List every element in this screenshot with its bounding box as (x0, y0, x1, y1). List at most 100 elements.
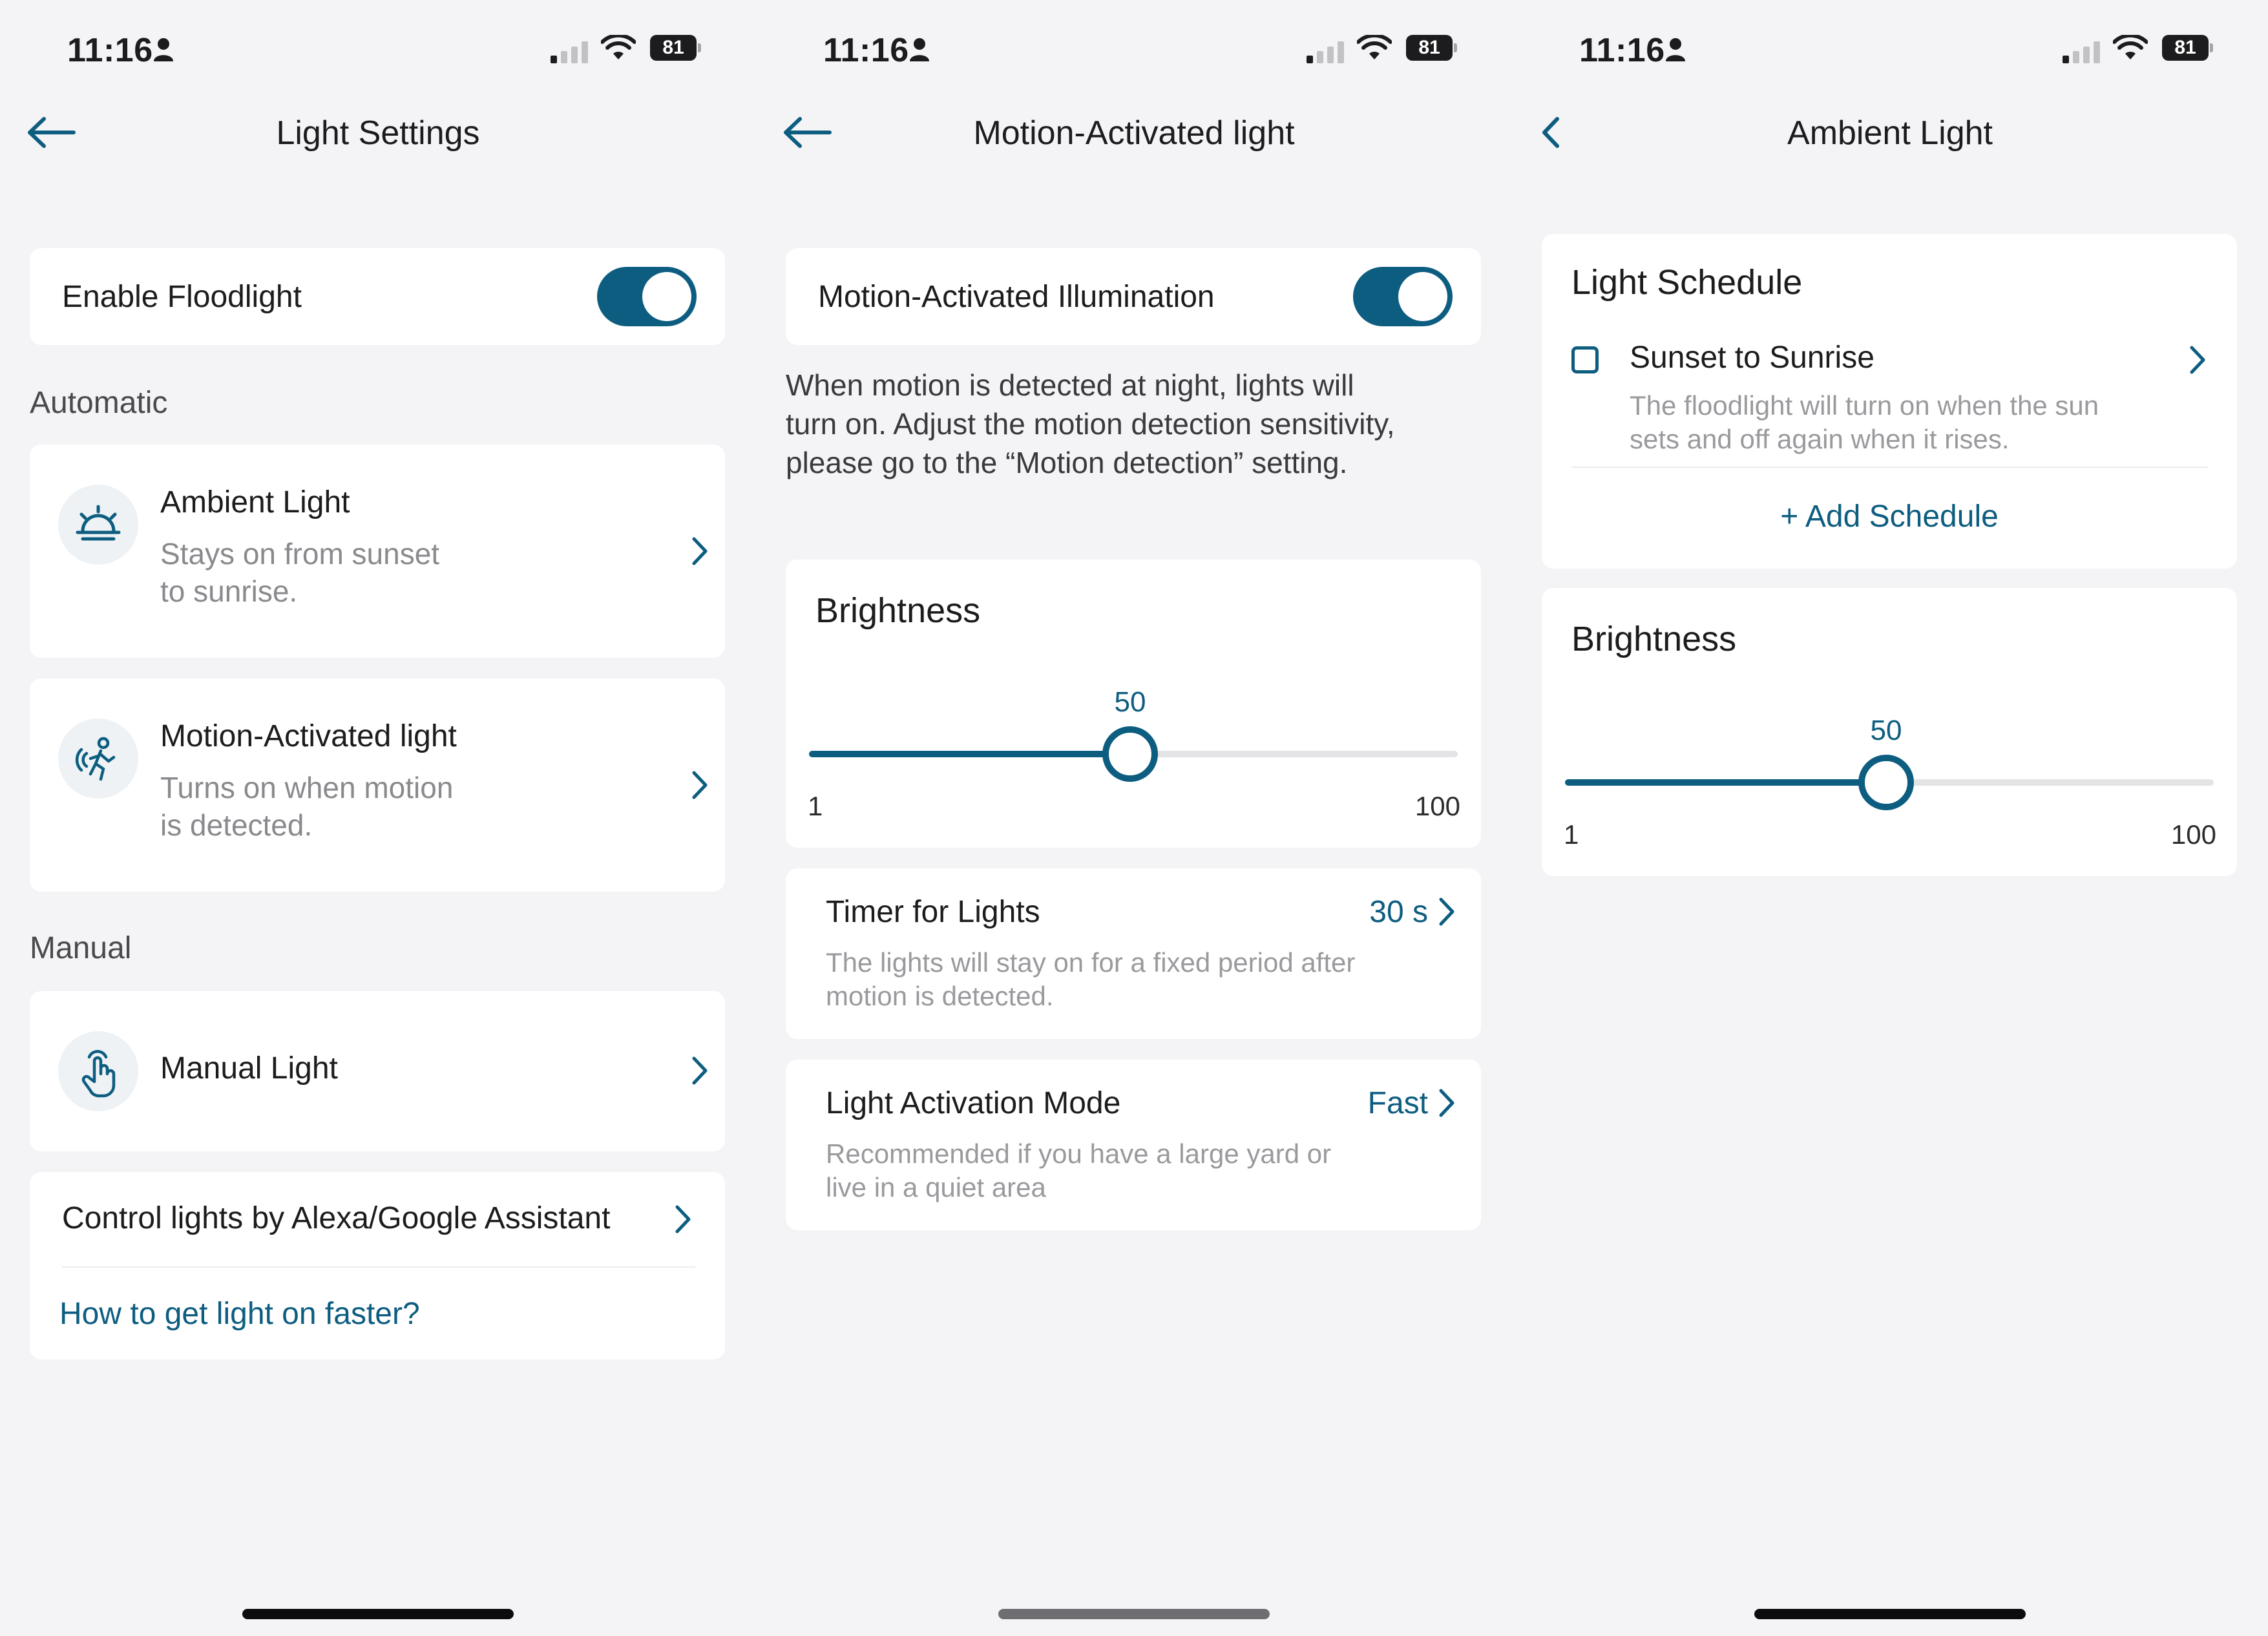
wifi-icon (2113, 35, 2148, 59)
motion-circle (58, 718, 138, 799)
add-schedule-button[interactable]: + Add Schedule (1542, 499, 2237, 534)
manual-light-row[interactable]: Manual Light (30, 991, 725, 1151)
ambient-light-sub1: Stays on from sunset (160, 537, 440, 571)
automatic-section-label: Automatic (30, 386, 168, 420)
brightness-fill (809, 751, 1130, 757)
status-bar: 11:16 81 (1512, 28, 2268, 74)
nav-header: Ambient Light (1512, 103, 2268, 162)
battery-icon: 81 (1406, 35, 1457, 61)
motion-activated-screen: 11:16 81 Motion-Activated light Motion-A… (756, 0, 1512, 1636)
alexa-google-row[interactable]: Control lights by Alexa/Google Assistant (62, 1201, 610, 1236)
brightness-label: Brightness (1571, 620, 1737, 658)
motion-illumination-toggle[interactable] (1353, 267, 1453, 326)
motion-light-sub2: is detected. (160, 808, 313, 842)
motion-light-title: Motion-Activated light (160, 719, 457, 753)
motion-person-icon (75, 737, 116, 781)
home-indicator (242, 1609, 514, 1619)
light-schedule-label: Light Schedule (1571, 263, 1803, 302)
person-icon (1666, 38, 1685, 61)
brightness-thumb[interactable] (1102, 726, 1158, 782)
status-bar: 11:16 81 (0, 28, 756, 74)
enable-floodlight-label: Enable Floodlight (62, 280, 302, 314)
description-line: please go to the “Motion detection” sett… (786, 446, 1348, 479)
timer-sub1: The lights will stay on for a fixed peri… (826, 947, 1356, 978)
chevron-right-icon[interactable] (1437, 897, 1456, 927)
ambient-light-screen: 11:16 81 Ambient Light Light Schedule Su… (1512, 0, 2268, 1636)
ambient-light-sub2: to sunrise. (160, 574, 298, 608)
brightness-value: 50 (1114, 686, 1146, 718)
page-title: Light Settings (276, 114, 480, 152)
brightness-max: 100 (2170, 819, 2216, 850)
sunset-checkbox[interactable] (1571, 346, 1599, 373)
ambient-circle (58, 485, 138, 565)
status-bar: 11:16 81 (756, 28, 1512, 74)
brightness-fill (1565, 779, 1886, 786)
battery-icon: 81 (650, 35, 701, 61)
motion-description: When motion is detected at night, lights… (786, 366, 1395, 482)
motion-light-sub1: Turns on when motion (160, 771, 454, 804)
activation-mode-title: Light Activation Mode (826, 1086, 1121, 1120)
divider (62, 1266, 695, 1268)
chevron-right-icon[interactable] (690, 770, 709, 800)
nav-header: Light Settings (0, 103, 756, 162)
wifi-icon (601, 35, 636, 59)
ambient-light-row[interactable]: Ambient Light Stays on from sunset to su… (30, 445, 725, 658)
home-indicator (998, 1609, 1270, 1619)
brightness-max: 100 (1414, 791, 1460, 821)
signal-icon (551, 41, 588, 63)
description-line: turn on. Adjust the motion detection sen… (786, 407, 1395, 441)
timer-row[interactable]: Timer for Lights 30 s The lights will st… (786, 868, 1481, 1039)
sunset-title[interactable]: Sunset to Sunrise (1630, 340, 1874, 375)
enable-floodlight-toggle[interactable] (597, 267, 697, 326)
sunset-sub2: sets and off again when it rises. (1630, 424, 2010, 454)
person-icon (154, 38, 173, 61)
enable-floodlight-row: Enable Floodlight (30, 248, 725, 345)
description-line: When motion is detected at night, lights… (786, 368, 1354, 402)
activation-sub2: live in a quiet area (826, 1172, 1046, 1202)
light-schedule-card: Light Schedule Sunset to Sunrise The flo… (1542, 234, 2237, 569)
manual-circle (58, 1031, 138, 1111)
manual-section-label: Manual (30, 931, 132, 965)
chevron-right-icon[interactable] (690, 1056, 709, 1085)
person-icon (910, 38, 929, 61)
timer-title: Timer for Lights (826, 895, 1040, 929)
chevron-right-icon[interactable] (673, 1204, 693, 1234)
hand-tap-icon (81, 1050, 116, 1098)
get-light-faster-link[interactable]: How to get light on faster? (59, 1296, 420, 1332)
brightness-thumb[interactable] (1858, 755, 1914, 810)
page-title: Ambient Light (1787, 114, 1993, 152)
brightness-min: 1 (1564, 819, 1579, 850)
sunrise-icon (76, 505, 121, 541)
brightness-card: Brightness 50 1 100 (786, 560, 1481, 848)
timer-value: 30 s (1369, 895, 1428, 929)
chevron-right-icon[interactable] (1437, 1088, 1456, 1118)
light-settings-screen: 11:16 81 Light Settings Enable Floodligh… (0, 0, 756, 1636)
brightness-min: 1 (808, 791, 823, 821)
chevron-right-icon[interactable] (690, 536, 709, 566)
activation-mode-row[interactable]: Light Activation Mode Fast Recommended i… (786, 1060, 1481, 1230)
timer-sub2: motion is detected. (826, 981, 1054, 1011)
sunset-sub1: The floodlight will turn on when the sun (1630, 390, 2099, 421)
manual-light-title: Manual Light (160, 1051, 338, 1085)
home-indicator (1754, 1609, 2026, 1619)
status-time: 11:16 (823, 32, 909, 69)
ambient-light-title: Ambient Light (160, 485, 350, 519)
activation-mode-value: Fast (1367, 1086, 1428, 1120)
signal-icon (2063, 41, 2100, 63)
signal-icon (1307, 41, 1344, 63)
brightness-card: Brightness 50 1 100 (1542, 588, 2237, 876)
chevron-right-icon[interactable] (2188, 345, 2207, 375)
motion-illumination-label: Motion-Activated Illumination (818, 280, 1215, 314)
activation-sub1: Recommended if you have a large yard or (826, 1138, 1332, 1169)
wifi-icon (1357, 35, 1392, 59)
nav-header: Motion-Activated light (756, 103, 1512, 162)
brightness-value: 50 (1870, 715, 1902, 746)
page-title: Motion-Activated light (973, 114, 1295, 152)
status-time: 11:16 (1579, 32, 1665, 69)
battery-icon: 81 (2162, 35, 2213, 61)
alexa-google-card: Control lights by Alexa/Google Assistant… (30, 1172, 725, 1359)
motion-light-row[interactable]: Motion-Activated light Turns on when mot… (30, 678, 725, 892)
motion-illumination-row: Motion-Activated Illumination (786, 248, 1481, 345)
divider (1571, 467, 2209, 468)
status-time: 11:16 (67, 32, 153, 69)
